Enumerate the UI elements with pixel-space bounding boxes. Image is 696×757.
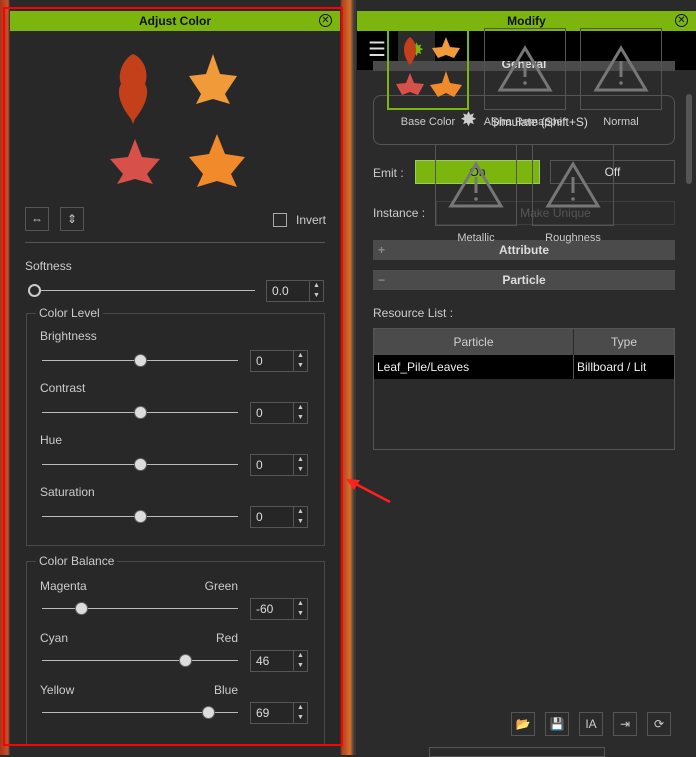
- texture-slot[interactable]: [580, 28, 662, 110]
- instance-label: Instance :: [373, 206, 426, 220]
- texture-caption: Metallic: [457, 232, 495, 244]
- load-texture-button[interactable]: 📂: [511, 712, 535, 736]
- close-icon[interactable]: ✕: [675, 14, 688, 27]
- import-button[interactable]: ⇥: [613, 712, 637, 736]
- cell-type: Billboard / Lit: [577, 360, 647, 374]
- section-particle[interactable]: − Particle: [373, 270, 675, 290]
- import-icon: ⇥: [619, 717, 631, 731]
- section-particle-label: Particle: [502, 273, 546, 287]
- texture-caption: Alpha Remapper: [483, 116, 567, 128]
- warning-icon: [448, 161, 504, 208]
- base-color-thumbnail: [396, 37, 462, 97]
- texture-caption: Normal: [603, 116, 639, 128]
- folder-load-icon: 📂: [515, 717, 531, 731]
- cell-particle: Leaf_Pile/Leaves: [374, 355, 574, 379]
- ia-button[interactable]: IA: [579, 712, 603, 736]
- section-attribute-label: Attribute: [499, 243, 549, 257]
- texture-slot[interactable]: [387, 28, 469, 110]
- pointer-arrow: [346, 479, 391, 504]
- save-texture-button[interactable]: 💾: [545, 712, 569, 736]
- scrollbar[interactable]: [686, 94, 692, 184]
- resource-table: Particle Type Leaf_Pile/Leaves Billboard…: [373, 328, 675, 450]
- texture-slot[interactable]: [532, 144, 614, 226]
- texture-caption: Base Color: [400, 116, 456, 128]
- warning-icon: [593, 45, 649, 92]
- texture-caption: Roughness: [545, 232, 601, 244]
- partial-field[interactable]: [429, 747, 605, 757]
- sliders-icon: ☰: [368, 39, 386, 61]
- expand-icon: +: [378, 243, 386, 257]
- emit-label: Emit :: [373, 166, 404, 180]
- warning-icon: [497, 45, 553, 92]
- save-icon: 💾: [549, 717, 565, 731]
- warning-icon: [545, 161, 601, 208]
- texture-toolbar: 📂 💾 IA ⇥ ⟳: [511, 712, 671, 736]
- ia-icon: IA: [585, 717, 597, 731]
- table-row[interactable]: Leaf_Pile/Leaves Billboard / Lit: [374, 355, 674, 379]
- texture-slot[interactable]: [435, 144, 517, 226]
- refresh-button[interactable]: ⟳: [647, 712, 671, 736]
- modify-panel: Modify ✕ ☰ ✸ General ✸Simulate (Shift+S)…: [357, 11, 696, 757]
- resource-list-label: Resource List :: [373, 306, 454, 320]
- refresh-icon: ⟳: [653, 717, 665, 731]
- table-header: Particle Type: [374, 329, 674, 355]
- panel-title: Modify: [507, 14, 546, 28]
- collapse-icon: −: [378, 273, 386, 287]
- texture-slot[interactable]: [484, 28, 566, 110]
- column-header-type[interactable]: Type: [574, 329, 674, 355]
- column-header-particle[interactable]: Particle: [374, 329, 574, 355]
- highlight-box: [3, 7, 343, 746]
